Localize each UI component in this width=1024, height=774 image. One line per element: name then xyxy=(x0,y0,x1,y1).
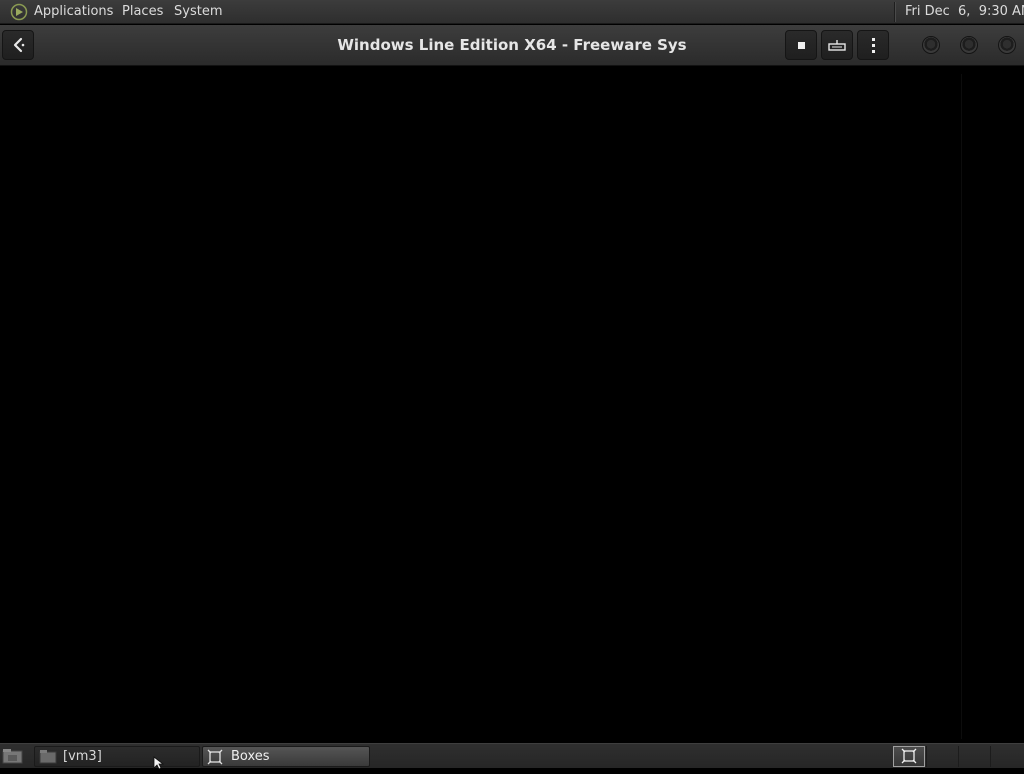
top-panel: Applications Places System Fri Dec 6, 9:… xyxy=(0,0,1024,24)
boxes-icon xyxy=(207,749,223,769)
boxes-icon xyxy=(901,748,917,768)
folder-icon xyxy=(39,749,57,768)
taskbar-item-label: [vm3] xyxy=(63,749,102,764)
back-button[interactable] xyxy=(2,30,34,60)
clock-separator xyxy=(894,2,896,22)
stop-button[interactable] xyxy=(785,30,817,60)
clock[interactable]: Fri Dec 6, 9:30 AM xyxy=(905,4,1024,20)
maximize-button[interactable] xyxy=(960,36,978,54)
menu-button[interactable] xyxy=(857,30,889,60)
keyboard-button[interactable] xyxy=(821,30,853,60)
workspace-3[interactable] xyxy=(990,746,1024,767)
tray-boxes-button[interactable] xyxy=(893,746,925,767)
show-desktop-icon[interactable] xyxy=(2,748,24,768)
places-menu[interactable]: Places xyxy=(122,4,163,20)
workspace-1[interactable] xyxy=(926,746,960,767)
workspace-2[interactable] xyxy=(958,746,992,767)
system-menu[interactable]: System xyxy=(174,4,222,20)
taskbar-item-vm3[interactable]: [vm3] xyxy=(34,746,200,767)
taskbar-item-boxes[interactable]: Boxes xyxy=(202,746,370,767)
taskbar-item-label: Boxes xyxy=(231,749,270,764)
back-arrow-icon xyxy=(13,37,25,53)
display-divider xyxy=(961,74,962,739)
vm-display[interactable] xyxy=(0,66,1024,743)
mouse-pointer-icon xyxy=(153,755,165,770)
applications-menu[interactable]: Applications xyxy=(34,4,113,20)
distro-logo-icon[interactable] xyxy=(10,3,28,21)
close-button[interactable] xyxy=(998,36,1016,54)
minimize-button[interactable] xyxy=(922,36,940,54)
keyboard-icon xyxy=(828,40,846,51)
stop-icon xyxy=(798,42,805,49)
vertical-ellipsis-icon xyxy=(872,38,875,53)
window-headerbar: Windows Line Edition X64 - Freeware Sys xyxy=(0,25,1024,66)
